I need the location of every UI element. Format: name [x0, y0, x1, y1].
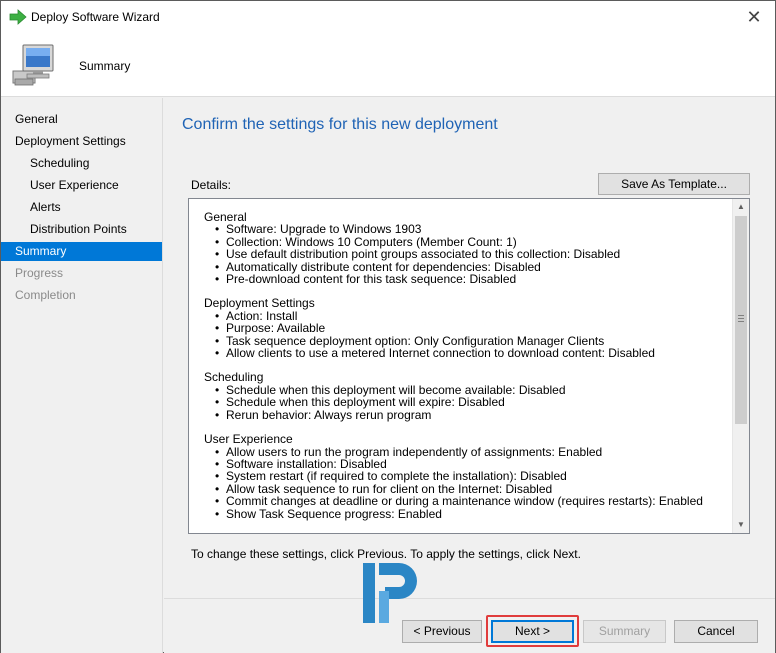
sidebar-item-progress: Progress: [15, 266, 64, 280]
wizard-sidebar: General Deployment Settings Scheduling U…: [1, 98, 163, 653]
list-item: Schedule when this deployment will expir…: [215, 396, 724, 409]
details-text-box[interactable]: General Software: Upgrade to Windows 190…: [188, 198, 750, 534]
details-section-general: General Software: Upgrade to Windows 190…: [204, 211, 724, 286]
vertical-scrollbar[interactable]: ▲ ▼: [732, 199, 749, 533]
scroll-down-arrow-icon[interactable]: ▼: [733, 517, 749, 533]
next-button[interactable]: Next >: [491, 620, 574, 643]
list-item: Purpose: Available: [215, 322, 724, 335]
list-item: Show Task Sequence progress: Enabled: [215, 507, 724, 520]
sidebar-item-deployment-settings[interactable]: Deployment Settings: [1, 132, 162, 151]
section-title: User Experience: [204, 432, 293, 447]
grip-icon: [738, 315, 744, 322]
details-section-user-experience: User Experience Allow users to run the p…: [204, 432, 724, 521]
scroll-up-arrow-icon[interactable]: ▲: [733, 199, 749, 215]
section-title: Scheduling: [204, 370, 264, 385]
page-title: Summary: [79, 59, 131, 73]
sidebar-item-summary[interactable]: Summary: [1, 242, 162, 261]
details-section-scheduling: Scheduling Schedule when this deployment…: [204, 371, 724, 421]
details-content: General Software: Upgrade to Windows 190…: [204, 211, 724, 532]
main-heading: Confirm the settings for this new deploy…: [182, 116, 498, 133]
list-item: Use default distribution point groups as…: [215, 248, 724, 261]
list-item: Pre-download content for this task seque…: [215, 273, 724, 286]
wizard-window: Deploy Software Wizard ✕ Summary General…: [0, 0, 776, 653]
list-item: Rerun behavior: Always rerun program: [215, 408, 724, 421]
list-item: Software: Upgrade to Windows 1903: [215, 223, 724, 236]
list-item: Commit changes at deadline or during a m…: [215, 495, 724, 508]
details-section-deployment-settings: Deployment Settings Action: Install Purp…: [204, 296, 724, 360]
scroll-thumb[interactable]: [735, 216, 747, 424]
sidebar-item-user-experience[interactable]: User Experience: [1, 176, 162, 195]
save-as-template-button[interactable]: Save As Template...: [598, 173, 750, 195]
green-arrow-icon: [9, 9, 27, 25]
button-bar: < Previous Next > Summary Cancel: [164, 598, 775, 653]
summary-button: Summary: [583, 620, 666, 643]
window-title: Deploy Software Wizard: [31, 10, 160, 24]
details-label: Details:: [191, 178, 232, 192]
sidebar-item-distribution-points[interactable]: Distribution Points: [1, 220, 162, 239]
sidebar-item-general[interactable]: General: [1, 110, 162, 129]
sidebar-item-alerts[interactable]: Alerts: [1, 198, 162, 217]
section-title: Deployment Settings: [204, 296, 315, 311]
main-panel: Confirm the settings for this new deploy…: [164, 98, 775, 598]
sidebar-item-completion: Completion: [15, 288, 76, 302]
list-item: System restart (if required to complete …: [215, 470, 724, 483]
computer-icon: [12, 44, 54, 86]
list-item: Allow clients to use a metered Internet …: [215, 347, 724, 360]
cancel-button[interactable]: Cancel: [674, 620, 758, 643]
title-bar: Deploy Software Wizard ✕: [1, 1, 775, 33]
logo-watermark-icon: [363, 563, 417, 623]
wizard-header: Summary: [1, 33, 775, 97]
sidebar-item-scheduling[interactable]: Scheduling: [1, 154, 162, 173]
close-icon[interactable]: ✕: [743, 6, 765, 28]
